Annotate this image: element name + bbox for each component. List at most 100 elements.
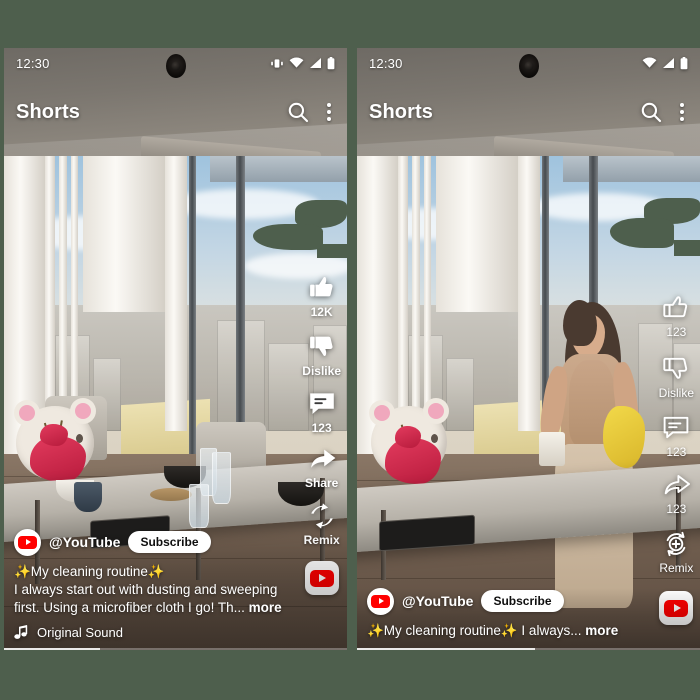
progress-fill	[357, 648, 536, 650]
search-icon[interactable]	[287, 101, 309, 123]
wall-panel	[82, 156, 166, 313]
window-blind	[209, 156, 347, 182]
glass-bottle	[212, 452, 231, 504]
comment-button[interactable]: 123	[307, 390, 337, 435]
comment-icon	[307, 390, 337, 418]
dislike-button[interactable]: Dislike	[659, 353, 694, 400]
battery-icon	[680, 56, 688, 70]
plush-bear-ear	[423, 398, 449, 424]
chroma-key-artifact	[674, 240, 700, 256]
shorts-header-left: Shorts	[4, 92, 347, 132]
sound-name: Original Sound	[37, 625, 123, 640]
window-blind	[562, 156, 700, 182]
like-button[interactable]: 12K	[307, 272, 337, 319]
yellow-cloth	[603, 406, 645, 468]
caption-line-1: ✨My cleaning routine✨	[14, 563, 165, 579]
blue-mug	[74, 482, 102, 512]
video-scene-right	[357, 48, 700, 650]
share-button[interactable]: 123	[661, 473, 691, 516]
battery-icon	[327, 56, 335, 70]
signal-icon	[309, 57, 322, 69]
bottom-overlay-left: @YouTube Subscribe ✨My cleaning routine✨…	[4, 528, 347, 650]
chroma-key-artifact	[317, 244, 347, 258]
dislike-label: Dislike	[658, 386, 694, 400]
wooden-board	[150, 488, 192, 501]
plush-bear-eye	[431, 434, 438, 443]
sound-row[interactable]: Original Sound	[14, 625, 337, 640]
wall-panel	[435, 156, 519, 313]
like-count: 123	[666, 325, 687, 339]
comment-button[interactable]: 123	[661, 414, 691, 459]
dislike-button[interactable]: Dislike	[302, 331, 341, 378]
progress-fill	[4, 648, 101, 650]
remix-button[interactable]: Remix	[659, 530, 693, 575]
channel-name[interactable]: @YouTube	[402, 593, 473, 609]
channel-row: @YouTube Subscribe	[367, 587, 690, 615]
thumbs-down-icon	[307, 331, 337, 361]
music-note-icon	[14, 625, 29, 640]
header-actions	[640, 101, 688, 123]
status-time: 12:30	[16, 55, 50, 71]
search-icon[interactable]	[640, 101, 662, 123]
plush-bear-ear	[369, 400, 395, 426]
status-time: 12:30	[369, 55, 403, 71]
like-count: 12K	[310, 305, 333, 319]
phone-panel-right: 12:30 Shorts 123 Dislike 123 123 Remix @…	[357, 48, 700, 650]
window-post	[518, 156, 541, 432]
plush-bear-ear	[70, 398, 96, 424]
channel-name[interactable]: @YouTube	[49, 534, 120, 550]
caption-line-3-wrap: first. Using a microfiber cloth I go! Th…	[14, 599, 337, 617]
subscribe-button[interactable]: Subscribe	[481, 590, 564, 613]
comment-count: 123	[311, 421, 332, 435]
thumbs-up-icon	[661, 292, 691, 322]
progress-track[interactable]	[357, 648, 700, 650]
avatar[interactable]	[14, 528, 41, 556]
building	[446, 357, 474, 432]
caption-more-link[interactable]: more	[249, 600, 282, 615]
caption-line-1: ✨My cleaning routine✨ I always...	[367, 622, 582, 638]
comment-icon	[661, 414, 691, 442]
page-title: Shorts	[16, 100, 80, 123]
page-title: Shorts	[369, 100, 433, 123]
plush-bear-ear	[14, 400, 40, 426]
video-caption[interactable]: ✨My cleaning routine✨ I always... more	[367, 622, 690, 640]
share-count: 123	[666, 502, 687, 516]
wifi-icon	[642, 57, 657, 69]
more-options-icon[interactable]	[676, 101, 688, 123]
floor-plank	[357, 578, 700, 579]
action-rail-right: 123 Dislike 123 123 Remix	[659, 292, 694, 625]
wifi-icon	[289, 57, 304, 69]
remix-icon	[662, 530, 690, 558]
subscribe-button[interactable]: Subscribe	[128, 531, 211, 554]
avatar[interactable]	[367, 587, 394, 615]
screenshot-stage: 12:30 Shorts 12K Dislike 123 Share @YouT…	[0, 0, 700, 700]
thumbs-up-icon	[307, 272, 337, 302]
more-options-icon[interactable]	[323, 101, 335, 123]
caption-more-link[interactable]: more	[585, 623, 618, 638]
comment-count: 123	[666, 445, 687, 459]
phone-panel-left: 12:30 Shorts 12K Dislike 123 Share @YouT…	[4, 48, 347, 650]
like-button[interactable]: 123	[661, 292, 691, 339]
share-icon	[661, 473, 691, 499]
glass-jar	[189, 484, 209, 528]
share-label: Share	[304, 476, 339, 490]
status-icons	[642, 56, 688, 70]
channel-row: @YouTube Subscribe	[14, 528, 337, 556]
camera-punch-hole	[165, 54, 186, 78]
person-hair-front	[563, 300, 597, 346]
header-actions	[287, 101, 335, 123]
window-post	[165, 156, 188, 432]
status-icons	[270, 56, 335, 70]
remix-label: Remix	[659, 561, 694, 575]
caption-line-2: I always start out with dusting and swee…	[14, 581, 278, 597]
bottom-overlay-right: @YouTube Subscribe ✨My cleaning routine✨…	[357, 587, 700, 650]
youtube-logo-icon	[371, 594, 390, 609]
progress-track[interactable]	[4, 648, 347, 650]
video-caption[interactable]: ✨My cleaning routine✨ I always start out…	[14, 563, 337, 617]
thumbs-down-icon	[661, 353, 691, 383]
share-button[interactable]: Share	[305, 447, 338, 490]
vibrate-icon	[270, 57, 284, 70]
share-icon	[307, 447, 337, 473]
flower-bouquet	[40, 424, 68, 446]
flower-bouquet	[395, 426, 421, 448]
